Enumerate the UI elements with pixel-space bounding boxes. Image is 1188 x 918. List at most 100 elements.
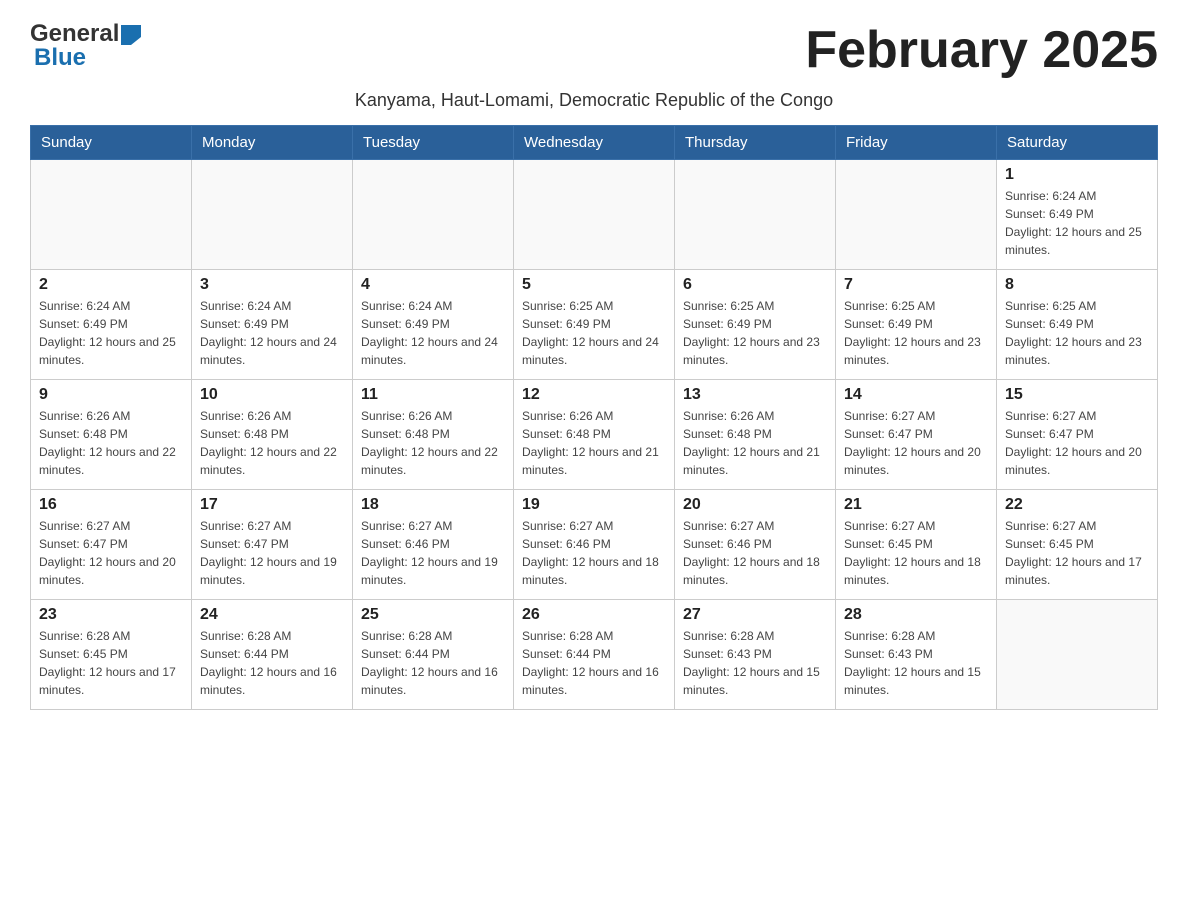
calendar-day-cell: 12 Sunrise: 6:26 AMSunset: 6:48 PMDayligh… bbox=[514, 380, 675, 490]
calendar-day-cell: 20 Sunrise: 6:27 AMSunset: 6:46 PMDayligh… bbox=[675, 490, 836, 600]
day-info: Sunrise: 6:26 AMSunset: 6:48 PMDaylight:… bbox=[683, 407, 827, 479]
day-info: Sunrise: 6:24 AMSunset: 6:49 PMDaylight:… bbox=[1005, 187, 1149, 259]
calendar-day-cell: 13 Sunrise: 6:26 AMSunset: 6:48 PMDayligh… bbox=[675, 380, 836, 490]
day-number: 2 bbox=[39, 276, 183, 294]
day-info: Sunrise: 6:27 AMSunset: 6:45 PMDaylight:… bbox=[844, 517, 988, 589]
calendar-day-cell bbox=[997, 600, 1158, 710]
calendar-day-cell: 27Sunrise: 6:28 AMSunset: 6:43 PMDayligh… bbox=[675, 600, 836, 710]
day-number: 14 bbox=[844, 386, 988, 404]
calendar-day-cell bbox=[675, 160, 836, 270]
day-number: 21 bbox=[844, 496, 988, 514]
day-info: Sunrise: 6:28 AMSunset: 6:45 PMDaylight:… bbox=[39, 627, 183, 699]
day-info: Sunrise: 6:28 AMSunset: 6:44 PMDaylight:… bbox=[522, 627, 666, 699]
calendar-day-cell: 23Sunrise: 6:28 AMSunset: 6:45 PMDayligh… bbox=[31, 600, 192, 710]
calendar-day-cell: 8 Sunrise: 6:25 AMSunset: 6:49 PMDaylight… bbox=[997, 270, 1158, 380]
day-info: Sunrise: 6:27 AMSunset: 6:47 PMDaylight:… bbox=[1005, 407, 1149, 479]
day-number: 28 bbox=[844, 606, 988, 624]
calendar-day-cell: 21 Sunrise: 6:27 AMSunset: 6:45 PMDayligh… bbox=[836, 490, 997, 600]
calendar-header-row: SundayMondayTuesdayWednesdayThursdayFrid… bbox=[31, 126, 1158, 160]
calendar-day-cell: 7 Sunrise: 6:25 AMSunset: 6:49 PMDaylight… bbox=[836, 270, 997, 380]
calendar-week-row: 23Sunrise: 6:28 AMSunset: 6:45 PMDayligh… bbox=[31, 600, 1158, 710]
day-info: Sunrise: 6:26 AMSunset: 6:48 PMDaylight:… bbox=[522, 407, 666, 479]
calendar-day-cell bbox=[514, 160, 675, 270]
weekday-header-tuesday: Tuesday bbox=[353, 126, 514, 160]
month-title: February 2025 bbox=[805, 20, 1158, 80]
day-number: 13 bbox=[683, 386, 827, 404]
day-info: Sunrise: 6:27 AMSunset: 6:46 PMDaylight:… bbox=[683, 517, 827, 589]
day-info: Sunrise: 6:28 AMSunset: 6:44 PMDaylight:… bbox=[361, 627, 505, 699]
calendar-day-cell: 22 Sunrise: 6:27 AMSunset: 6:45 PMDayligh… bbox=[997, 490, 1158, 600]
calendar-day-cell: 4 Sunrise: 6:24 AMSunset: 6:49 PMDaylight… bbox=[353, 270, 514, 380]
calendar-day-cell: 11 Sunrise: 6:26 AMSunset: 6:48 PMDayligh… bbox=[353, 380, 514, 490]
day-info: Sunrise: 6:27 AMSunset: 6:47 PMDaylight:… bbox=[200, 517, 344, 589]
calendar-day-cell: 24 Sunrise: 6:28 AMSunset: 6:44 PMDayligh… bbox=[192, 600, 353, 710]
day-number: 26 bbox=[522, 606, 666, 624]
weekday-header-thursday: Thursday bbox=[675, 126, 836, 160]
calendar-day-cell: 18Sunrise: 6:27 AMSunset: 6:46 PMDayligh… bbox=[353, 490, 514, 600]
calendar-day-cell: 19Sunrise: 6:27 AMSunset: 6:46 PMDayligh… bbox=[514, 490, 675, 600]
weekday-header-friday: Friday bbox=[836, 126, 997, 160]
calendar-day-cell: 6Sunrise: 6:25 AMSunset: 6:49 PMDaylight… bbox=[675, 270, 836, 380]
calendar-day-cell: 5 Sunrise: 6:25 AMSunset: 6:49 PMDaylight… bbox=[514, 270, 675, 380]
day-info: Sunrise: 6:26 AMSunset: 6:48 PMDaylight:… bbox=[39, 407, 183, 479]
calendar-week-row: 9 Sunrise: 6:26 AMSunset: 6:48 PMDaylight… bbox=[31, 380, 1158, 490]
day-info: Sunrise: 6:24 AMSunset: 6:49 PMDaylight:… bbox=[361, 297, 505, 369]
calendar-day-cell: 1 Sunrise: 6:24 AMSunset: 6:49 PMDaylight… bbox=[997, 160, 1158, 270]
weekday-header-saturday: Saturday bbox=[997, 126, 1158, 160]
day-number: 15 bbox=[1005, 386, 1149, 404]
day-number: 20 bbox=[683, 496, 827, 514]
day-info: Sunrise: 6:24 AMSunset: 6:49 PMDaylight:… bbox=[200, 297, 344, 369]
calendar-week-row: 1 Sunrise: 6:24 AMSunset: 6:49 PMDaylight… bbox=[31, 160, 1158, 270]
calendar-day-cell: 25 Sunrise: 6:28 AMSunset: 6:44 PMDayligh… bbox=[353, 600, 514, 710]
weekday-header-monday: Monday bbox=[192, 126, 353, 160]
day-number: 12 bbox=[522, 386, 666, 404]
calendar-day-cell: 26 Sunrise: 6:28 AMSunset: 6:44 PMDayligh… bbox=[514, 600, 675, 710]
weekday-header-wednesday: Wednesday bbox=[514, 126, 675, 160]
calendar-day-cell: 9 Sunrise: 6:26 AMSunset: 6:48 PMDaylight… bbox=[31, 380, 192, 490]
day-info: Sunrise: 6:27 AMSunset: 6:47 PMDaylight:… bbox=[39, 517, 183, 589]
logo: General Blue bbox=[30, 20, 141, 72]
day-number: 25 bbox=[361, 606, 505, 624]
calendar-day-cell: 2Sunrise: 6:24 AMSunset: 6:49 PMDaylight… bbox=[31, 270, 192, 380]
calendar-subtitle: Kanyama, Haut-Lomami, Democratic Republi… bbox=[30, 90, 1158, 111]
weekday-header-sunday: Sunday bbox=[31, 126, 192, 160]
logo-blue-text: Blue bbox=[30, 44, 86, 72]
day-info: Sunrise: 6:25 AMSunset: 6:49 PMDaylight:… bbox=[522, 297, 666, 369]
day-number: 8 bbox=[1005, 276, 1149, 294]
page-header: General Blue February 2025 bbox=[30, 20, 1158, 80]
day-info: Sunrise: 6:26 AMSunset: 6:48 PMDaylight:… bbox=[200, 407, 344, 479]
day-number: 27 bbox=[683, 606, 827, 624]
calendar-day-cell: 28 Sunrise: 6:28 AMSunset: 6:43 PMDayligh… bbox=[836, 600, 997, 710]
day-number: 11 bbox=[361, 386, 505, 404]
day-info: Sunrise: 6:26 AMSunset: 6:48 PMDaylight:… bbox=[361, 407, 505, 479]
day-info: Sunrise: 6:28 AMSunset: 6:43 PMDaylight:… bbox=[844, 627, 988, 699]
day-number: 4 bbox=[361, 276, 505, 294]
day-info: Sunrise: 6:27 AMSunset: 6:47 PMDaylight:… bbox=[844, 407, 988, 479]
day-info: Sunrise: 6:27 AMSunset: 6:45 PMDaylight:… bbox=[1005, 517, 1149, 589]
day-info: Sunrise: 6:27 AMSunset: 6:46 PMDaylight:… bbox=[361, 517, 505, 589]
day-number: 9 bbox=[39, 386, 183, 404]
day-number: 5 bbox=[522, 276, 666, 294]
day-info: Sunrise: 6:28 AMSunset: 6:44 PMDaylight:… bbox=[200, 627, 344, 699]
calendar-day-cell: 3 Sunrise: 6:24 AMSunset: 6:49 PMDaylight… bbox=[192, 270, 353, 380]
calendar-day-cell bbox=[836, 160, 997, 270]
calendar-day-cell: 14 Sunrise: 6:27 AMSunset: 6:47 PMDayligh… bbox=[836, 380, 997, 490]
calendar-week-row: 16 Sunrise: 6:27 AMSunset: 6:47 PMDayligh… bbox=[31, 490, 1158, 600]
calendar-day-cell: 17Sunrise: 6:27 AMSunset: 6:47 PMDayligh… bbox=[192, 490, 353, 600]
calendar-day-cell bbox=[353, 160, 514, 270]
day-info: Sunrise: 6:25 AMSunset: 6:49 PMDaylight:… bbox=[1005, 297, 1149, 369]
day-number: 1 bbox=[1005, 166, 1149, 184]
day-number: 16 bbox=[39, 496, 183, 514]
logo-flag-icon bbox=[121, 25, 141, 45]
calendar-day-cell: 15 Sunrise: 6:27 AMSunset: 6:47 PMDayligh… bbox=[997, 380, 1158, 490]
day-number: 6 bbox=[683, 276, 827, 294]
day-number: 10 bbox=[200, 386, 344, 404]
day-number: 3 bbox=[200, 276, 344, 294]
day-info: Sunrise: 6:25 AMSunset: 6:49 PMDaylight:… bbox=[844, 297, 988, 369]
day-number: 24 bbox=[200, 606, 344, 624]
calendar-day-cell bbox=[192, 160, 353, 270]
day-number: 7 bbox=[844, 276, 988, 294]
day-number: 22 bbox=[1005, 496, 1149, 514]
calendar-day-cell: 10 Sunrise: 6:26 AMSunset: 6:48 PMDayligh… bbox=[192, 380, 353, 490]
day-info: Sunrise: 6:27 AMSunset: 6:46 PMDaylight:… bbox=[522, 517, 666, 589]
